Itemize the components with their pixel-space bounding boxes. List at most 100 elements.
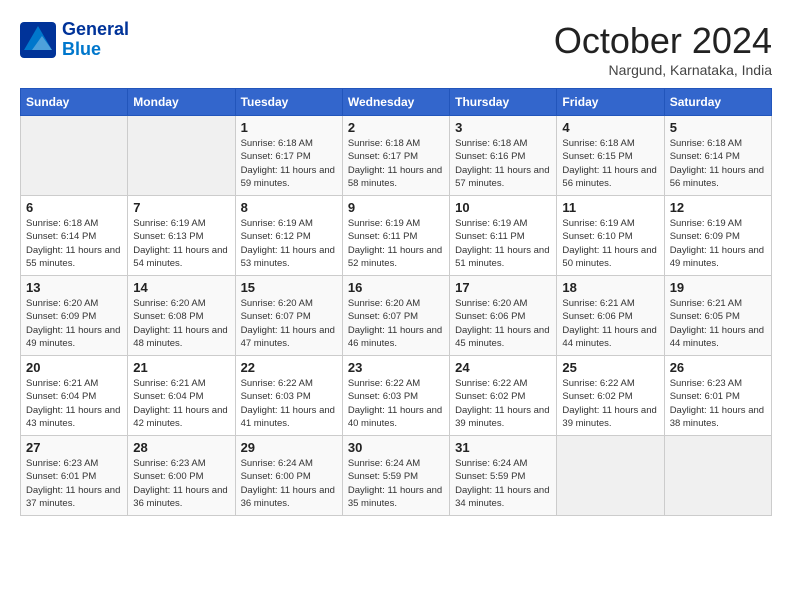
day-cell: 26Sunrise: 6:23 AM Sunset: 6:01 PM Dayli…: [664, 356, 771, 436]
day-number: 18: [562, 280, 658, 295]
day-number: 12: [670, 200, 766, 215]
logo-text: General Blue: [62, 20, 129, 60]
day-cell: [557, 436, 664, 516]
day-info: Sunrise: 6:20 AM Sunset: 6:09 PM Dayligh…: [26, 297, 122, 350]
day-cell: 3 Sunrise: 6:18 AM Sunset: 6:16 PM Daylig…: [450, 116, 557, 196]
day-info: Sunrise: 6:22 AM Sunset: 6:03 PM Dayligh…: [348, 377, 444, 430]
day-cell: 7 Sunrise: 6:19 AM Sunset: 6:13 PM Daylig…: [128, 196, 235, 276]
day-cell: [21, 116, 128, 196]
calendar-body: 1 Sunrise: 6:18 AM Sunset: 6:17 PM Daylig…: [21, 116, 772, 516]
day-cell: 23 Sunrise: 6:22 AM Sunset: 6:03 PM Dayli…: [342, 356, 449, 436]
day-number: 6: [26, 200, 122, 215]
week-row-5: 27 Sunrise: 6:23 AM Sunset: 6:01 PM Dayli…: [21, 436, 772, 516]
day-info: Sunrise: 6:21 AM Sunset: 6:05 PM Dayligh…: [670, 297, 766, 350]
day-number: 15: [241, 280, 337, 295]
day-info: Sunrise: 6:23 AM Sunset: 6:01 PM Dayligh…: [670, 377, 766, 430]
header-saturday: Saturday: [664, 89, 771, 116]
day-number: 7: [133, 200, 229, 215]
day-cell: 2 Sunrise: 6:18 AM Sunset: 6:17 PM Daylig…: [342, 116, 449, 196]
header-monday: Monday: [128, 89, 235, 116]
day-info: Sunrise: 6:19 AM Sunset: 6:10 PM Dayligh…: [562, 217, 658, 270]
day-number: 21: [133, 360, 229, 375]
day-info: Sunrise: 6:18 AM Sunset: 6:16 PM Dayligh…: [455, 137, 551, 190]
day-number: 4: [562, 120, 658, 135]
day-info: Sunrise: 6:23 AM Sunset: 6:00 PM Dayligh…: [133, 457, 229, 510]
day-number: 3: [455, 120, 551, 135]
day-number: 20: [26, 360, 122, 375]
day-number: 2: [348, 120, 444, 135]
day-cell: 14 Sunrise: 6:20 AM Sunset: 6:08 PM Dayli…: [128, 276, 235, 356]
day-info: Sunrise: 6:22 AM Sunset: 6:02 PM Dayligh…: [455, 377, 551, 430]
day-cell: [128, 116, 235, 196]
day-number: 5: [670, 120, 766, 135]
day-info: Sunrise: 6:19 AM Sunset: 6:11 PM Dayligh…: [455, 217, 551, 270]
day-number: 22: [241, 360, 337, 375]
day-cell: 6 Sunrise: 6:18 AM Sunset: 6:14 PM Daylig…: [21, 196, 128, 276]
week-row-2: 6 Sunrise: 6:18 AM Sunset: 6:14 PM Daylig…: [21, 196, 772, 276]
day-number: 14: [133, 280, 229, 295]
day-cell: 11Sunrise: 6:19 AM Sunset: 6:10 PM Dayli…: [557, 196, 664, 276]
day-cell: 19 Sunrise: 6:21 AM Sunset: 6:05 PM Dayli…: [664, 276, 771, 356]
day-info: Sunrise: 6:20 AM Sunset: 6:08 PM Dayligh…: [133, 297, 229, 350]
day-cell: 21Sunrise: 6:21 AM Sunset: 6:04 PM Dayli…: [128, 356, 235, 436]
day-number: 17: [455, 280, 551, 295]
day-info: Sunrise: 6:18 AM Sunset: 6:17 PM Dayligh…: [348, 137, 444, 190]
week-row-1: 1 Sunrise: 6:18 AM Sunset: 6:17 PM Daylig…: [21, 116, 772, 196]
day-number: 8: [241, 200, 337, 215]
day-cell: 30 Sunrise: 6:24 AM Sunset: 5:59 PM Dayli…: [342, 436, 449, 516]
day-info: Sunrise: 6:22 AM Sunset: 6:02 PM Dayligh…: [562, 377, 658, 430]
day-number: 9: [348, 200, 444, 215]
day-number: 1: [241, 120, 337, 135]
day-number: 24: [455, 360, 551, 375]
header-thursday: Thursday: [450, 89, 557, 116]
day-info: Sunrise: 6:23 AM Sunset: 6:01 PM Dayligh…: [26, 457, 122, 510]
day-info: Sunrise: 6:24 AM Sunset: 5:59 PM Dayligh…: [348, 457, 444, 510]
day-number: 31: [455, 440, 551, 455]
day-info: Sunrise: 6:24 AM Sunset: 6:00 PM Dayligh…: [241, 457, 337, 510]
day-info: Sunrise: 6:20 AM Sunset: 6:07 PM Dayligh…: [241, 297, 337, 350]
day-info: Sunrise: 6:21 AM Sunset: 6:04 PM Dayligh…: [26, 377, 122, 430]
calendar-header: SundayMondayTuesdayWednesdayThursdayFrid…: [21, 89, 772, 116]
calendar-table: SundayMondayTuesdayWednesdayThursdayFrid…: [20, 88, 772, 516]
day-info: Sunrise: 6:22 AM Sunset: 6:03 PM Dayligh…: [241, 377, 337, 430]
day-cell: 13Sunrise: 6:20 AM Sunset: 6:09 PM Dayli…: [21, 276, 128, 356]
day-cell: [664, 436, 771, 516]
location: Nargund, Karnataka, India: [554, 62, 772, 78]
week-row-3: 13Sunrise: 6:20 AM Sunset: 6:09 PM Dayli…: [21, 276, 772, 356]
day-info: Sunrise: 6:18 AM Sunset: 6:15 PM Dayligh…: [562, 137, 658, 190]
day-cell: 22 Sunrise: 6:22 AM Sunset: 6:03 PM Dayli…: [235, 356, 342, 436]
day-cell: 28 Sunrise: 6:23 AM Sunset: 6:00 PM Dayli…: [128, 436, 235, 516]
day-cell: 16 Sunrise: 6:20 AM Sunset: 6:07 PM Dayli…: [342, 276, 449, 356]
day-info: Sunrise: 6:20 AM Sunset: 6:07 PM Dayligh…: [348, 297, 444, 350]
day-info: Sunrise: 6:21 AM Sunset: 6:06 PM Dayligh…: [562, 297, 658, 350]
day-number: 28: [133, 440, 229, 455]
day-cell: 9 Sunrise: 6:19 AM Sunset: 6:11 PM Daylig…: [342, 196, 449, 276]
day-number: 29: [241, 440, 337, 455]
day-number: 19: [670, 280, 766, 295]
day-info: Sunrise: 6:20 AM Sunset: 6:06 PM Dayligh…: [455, 297, 551, 350]
header-row: SundayMondayTuesdayWednesdayThursdayFrid…: [21, 89, 772, 116]
day-info: Sunrise: 6:18 AM Sunset: 6:17 PM Dayligh…: [241, 137, 337, 190]
day-cell: 1 Sunrise: 6:18 AM Sunset: 6:17 PM Daylig…: [235, 116, 342, 196]
day-cell: 31Sunrise: 6:24 AM Sunset: 5:59 PM Dayli…: [450, 436, 557, 516]
day-number: 27: [26, 440, 122, 455]
month-title: October 2024: [554, 20, 772, 62]
day-number: 23: [348, 360, 444, 375]
day-info: Sunrise: 6:18 AM Sunset: 6:14 PM Dayligh…: [26, 217, 122, 270]
logo: General Blue: [20, 20, 129, 60]
day-cell: 8 Sunrise: 6:19 AM Sunset: 6:12 PM Daylig…: [235, 196, 342, 276]
page-header: General Blue October 2024 Nargund, Karna…: [20, 20, 772, 78]
logo-icon: [20, 22, 56, 58]
day-cell: 24 Sunrise: 6:22 AM Sunset: 6:02 PM Dayli…: [450, 356, 557, 436]
day-cell: 4 Sunrise: 6:18 AM Sunset: 6:15 PM Daylig…: [557, 116, 664, 196]
day-info: Sunrise: 6:19 AM Sunset: 6:13 PM Dayligh…: [133, 217, 229, 270]
day-info: Sunrise: 6:19 AM Sunset: 6:12 PM Dayligh…: [241, 217, 337, 270]
header-wednesday: Wednesday: [342, 89, 449, 116]
day-number: 16: [348, 280, 444, 295]
header-friday: Friday: [557, 89, 664, 116]
week-row-4: 20 Sunrise: 6:21 AM Sunset: 6:04 PM Dayli…: [21, 356, 772, 436]
day-info: Sunrise: 6:19 AM Sunset: 6:11 PM Dayligh…: [348, 217, 444, 270]
day-number: 30: [348, 440, 444, 455]
day-cell: 25Sunrise: 6:22 AM Sunset: 6:02 PM Dayli…: [557, 356, 664, 436]
day-cell: 12Sunrise: 6:19 AM Sunset: 6:09 PM Dayli…: [664, 196, 771, 276]
